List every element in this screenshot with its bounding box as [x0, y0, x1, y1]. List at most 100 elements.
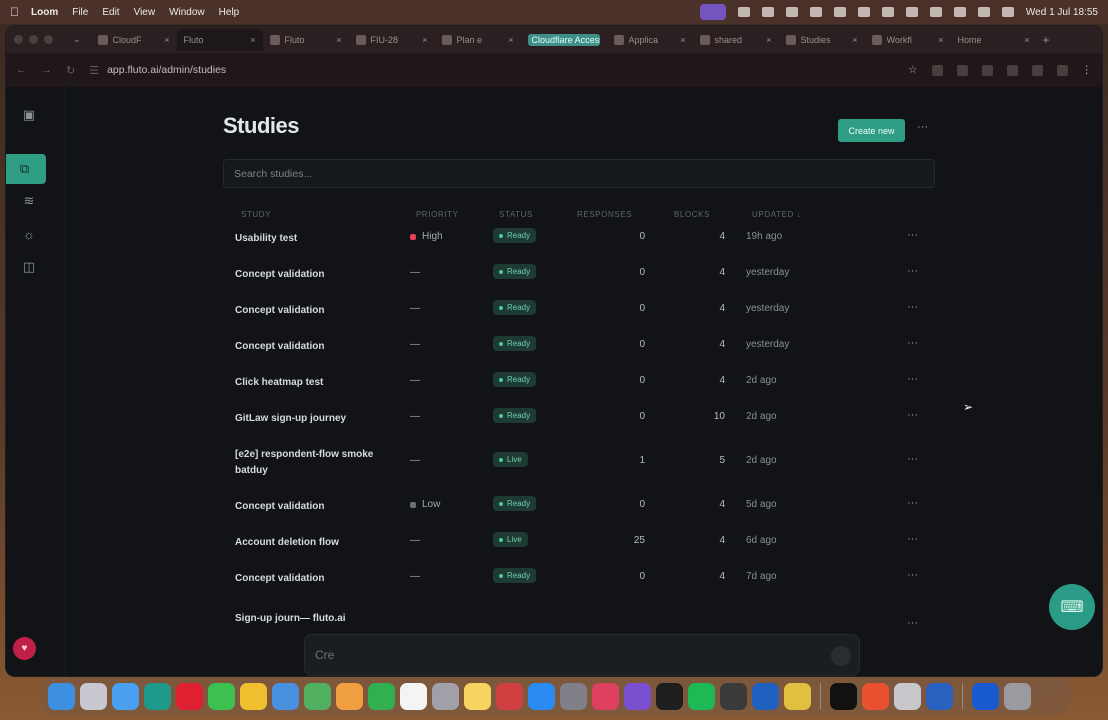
- layers-nav-icon[interactable]: ≋: [18, 190, 40, 212]
- priority-cell[interactable]: Low: [410, 499, 440, 510]
- tab-studies[interactable]: Studies ×: [779, 29, 865, 51]
- menubar-clock[interactable]: Wed 1 Jul 18:55: [1026, 7, 1098, 18]
- create-new-button[interactable]: Create new: [838, 119, 905, 142]
- apple-menu-icon[interactable]: : [10, 5, 19, 19]
- tab-list-chevron-icon[interactable]: ⌄: [73, 34, 81, 45]
- app-icon-blue[interactable]: [926, 682, 953, 710]
- close-tab-icon[interactable]: ×: [508, 35, 513, 45]
- close-tab-icon[interactable]: ×: [1024, 35, 1029, 45]
- column-header-status[interactable]: Status: [499, 210, 533, 219]
- priority-cell[interactable]: —: [410, 339, 420, 350]
- control-center-icon[interactable]: [1001, 7, 1014, 17]
- priority-cell[interactable]: —: [410, 375, 420, 386]
- back-icon[interactable]: ←: [16, 64, 27, 76]
- chrome-icon[interactable]: [240, 682, 267, 710]
- messages-icon[interactable]: [208, 682, 235, 710]
- activity-monitor-icon[interactable]: [496, 682, 523, 710]
- extension-icon-4[interactable]: [1006, 64, 1018, 76]
- status-icon-1[interactable]: [737, 7, 750, 17]
- send-icon[interactable]: [831, 646, 851, 666]
- column-header-blocks[interactable]: Blocks: [674, 210, 710, 219]
- study-name[interactable]: Concept validation: [235, 499, 395, 515]
- row-more-options-icon[interactable]: ···: [907, 617, 918, 629]
- minimize-window-button[interactable]: [29, 35, 38, 44]
- podcasts-icon[interactable]: [624, 682, 651, 710]
- row-more-options-icon[interactable]: ···: [907, 229, 918, 241]
- more-options-button[interactable]: ···: [917, 121, 928, 133]
- edge-icon[interactable]: [144, 682, 171, 710]
- user-avatar[interactable]: ♥: [13, 637, 36, 660]
- extensions-puzzle-icon[interactable]: [1031, 64, 1043, 76]
- study-name[interactable]: Concept validation: [235, 267, 395, 283]
- close-tab-icon[interactable]: ×: [852, 35, 857, 45]
- tab-cloudflare-access[interactable]: Cloudflare Access: [521, 29, 607, 51]
- app-icon-red[interactable]: [592, 682, 619, 710]
- reload-icon[interactable]: ↻: [66, 64, 75, 77]
- tab-fluto-active[interactable]: Fluto ×: [176, 28, 263, 51]
- screen-record-icon[interactable]: [699, 4, 726, 20]
- priority-cell[interactable]: —: [410, 267, 420, 278]
- wifi-icon[interactable]: [953, 7, 966, 17]
- close-tab-icon[interactable]: ×: [250, 35, 255, 45]
- extension-icon-3[interactable]: [981, 64, 993, 76]
- priority-cell[interactable]: —: [410, 303, 420, 314]
- menu-app-name[interactable]: Loom: [31, 7, 58, 18]
- app-store-icon[interactable]: [528, 682, 555, 710]
- close-window-button[interactable]: [14, 35, 23, 44]
- row-more-options-icon[interactable]: ···: [907, 533, 918, 545]
- templates-layout-icon[interactable]: ◫: [18, 256, 40, 278]
- contacts-icon[interactable]: [432, 682, 459, 710]
- close-tab-icon[interactable]: ×: [680, 35, 685, 45]
- menu-window[interactable]: Window: [169, 7, 205, 18]
- tab-applications[interactable]: Applica ×: [607, 29, 693, 51]
- extension-icon-2[interactable]: [956, 64, 968, 76]
- bookmark-star-icon[interactable]: ☆: [908, 64, 917, 76]
- tab-shared[interactable]: shared ×: [693, 29, 779, 51]
- column-header-study[interactable]: Study: [241, 210, 271, 219]
- spotify-icon[interactable]: [688, 682, 715, 710]
- close-tab-icon[interactable]: ×: [938, 35, 943, 45]
- battery-icon[interactable]: [929, 7, 942, 17]
- study-name[interactable]: Account deletion flow: [235, 535, 395, 551]
- menu-help[interactable]: Help: [219, 7, 240, 18]
- mail-icon[interactable]: [272, 682, 299, 710]
- tab-plan[interactable]: Plan e ×: [435, 29, 521, 51]
- study-name[interactable]: Concept validation: [235, 339, 395, 355]
- close-tab-icon[interactable]: ×: [422, 35, 427, 45]
- close-tab-icon[interactable]: ×: [164, 35, 169, 45]
- notes-icon[interactable]: [464, 682, 491, 710]
- study-name[interactable]: Concept validation: [235, 303, 395, 319]
- studies-nav-icon[interactable]: ⧉: [6, 154, 46, 184]
- site-settings-icon[interactable]: ☰: [89, 64, 99, 77]
- maps-icon[interactable]: [304, 682, 331, 710]
- row-more-options-icon[interactable]: ···: [907, 301, 918, 313]
- chat-input-text[interactable]: Cre: [315, 648, 334, 662]
- status-icon-4[interactable]: [809, 7, 822, 17]
- study-name[interactable]: Click heatmap test: [235, 375, 395, 391]
- opera-icon[interactable]: [176, 682, 203, 710]
- terminal-icon[interactable]: [830, 682, 857, 710]
- study-name[interactable]: [e2e] respondent-flow smoke batduy: [235, 447, 395, 479]
- extension-icon-1[interactable]: [931, 64, 943, 76]
- word-icon[interactable]: [752, 682, 779, 710]
- study-name[interactable]: GitLaw sign-up journey: [235, 411, 395, 427]
- study-name[interactable]: Usability test: [235, 231, 395, 247]
- app-icon-gray[interactable]: [894, 682, 921, 710]
- column-header-priority[interactable]: Priority: [416, 210, 459, 219]
- numbers-icon[interactable]: [720, 682, 747, 710]
- close-tab-icon[interactable]: ×: [766, 35, 771, 45]
- priority-cell[interactable]: —: [410, 455, 420, 466]
- photos-icon[interactable]: [336, 682, 363, 710]
- status-icon-6[interactable]: [881, 7, 894, 17]
- maximize-window-button[interactable]: [44, 35, 53, 44]
- priority-cell[interactable]: —: [410, 411, 420, 422]
- facetime-icon[interactable]: [368, 682, 395, 710]
- headphones-icon[interactable]: [905, 7, 918, 17]
- status-icon-2[interactable]: [761, 7, 774, 17]
- tab-fiu[interactable]: FIU-28 ×: [349, 29, 435, 51]
- slack-icon[interactable]: [784, 682, 811, 710]
- row-more-options-icon[interactable]: ···: [907, 497, 918, 509]
- spotlight-search-icon[interactable]: [977, 7, 990, 17]
- bluetooth-icon[interactable]: [857, 7, 870, 17]
- study-name[interactable]: Sign-up journ— fluto.ai: [235, 611, 395, 627]
